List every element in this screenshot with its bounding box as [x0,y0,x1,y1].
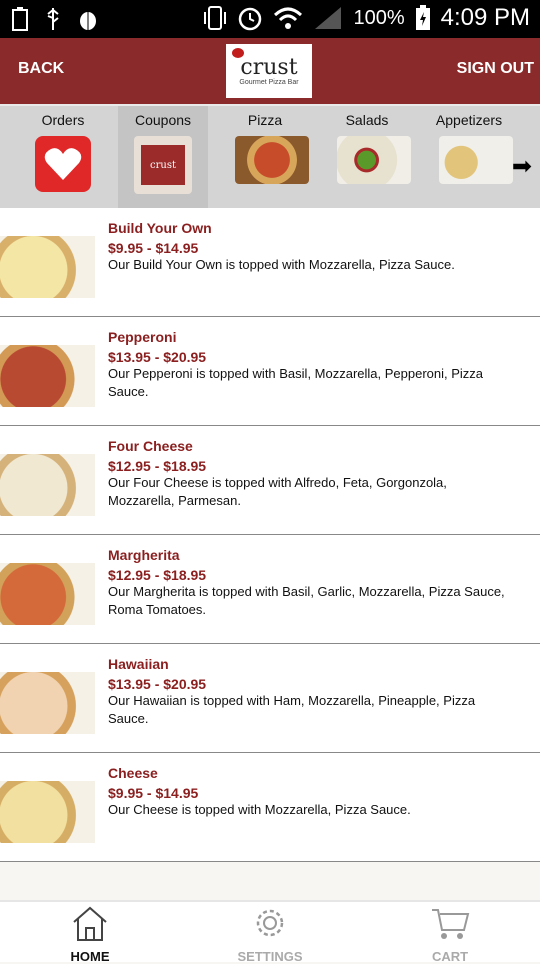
item-price: $9.95 - $14.95 [108,240,199,256]
battery-charging-icon [415,5,430,30]
bottom-nav: HOME SETTINGS CART [0,900,540,964]
item-description: Our Hawaiian is topped with Ham, Mozzare… [108,693,476,726]
nav-settings-label: SETTINGS [237,949,303,964]
item-description: Our Pepperoni is topped with Basil, Mozz… [108,366,484,399]
home-icon [73,906,107,941]
arrow-right-icon[interactable]: ➡ [512,152,532,181]
item-price: $12.95 - $18.95 [108,458,207,474]
menu-item[interactable]: Four Cheese $12.95 - $18.95 Our Four Che… [0,426,540,535]
item-price: $13.95 - $20.95 [108,349,207,365]
coupon-icon: crust [134,136,192,194]
item-description: Our Four Cheese is topped with Alfredo, … [108,475,447,508]
coupon-text: crust [141,145,185,185]
status-icons-right: 100% 4:09 PM [203,4,530,32]
nav-home-label: HOME [70,949,110,964]
category-appetizers[interactable]: Appetizers [424,106,514,210]
category-bar: Orders Coupons crust Pizza Salads Appeti… [0,104,540,210]
sign-out-button[interactable]: SIGN OUT [457,60,534,78]
item-price: $13.95 - $20.95 [108,676,207,692]
item-price: $12.95 - $18.95 [108,567,207,583]
menu-item[interactable]: Cheese $9.95 - $14.95 Our Cheese is topp… [0,753,540,862]
menu-item[interactable]: Margherita $12.95 - $18.95 Our Margherit… [0,535,540,644]
pizza-photo [0,236,95,298]
category-salads[interactable]: Salads [322,106,412,210]
menu-item[interactable]: Build Your Own $9.95 - $14.95 Our Build … [0,208,540,317]
gear-icon [256,909,284,937]
pizza-photo [0,563,95,625]
item-description: Our Margherita is topped with Basil, Gar… [108,584,505,617]
cart-icon [432,909,470,939]
appetizer-photo [439,136,513,184]
app-header: BACK crust Gourmet Pizza Bar SIGN OUT [0,38,540,104]
usb-icon [47,8,59,30]
item-name: Cheese [108,765,158,781]
battery-percent: 100% [353,6,405,29]
salad-photo [337,136,411,184]
signal-icon [315,7,342,29]
crust-logo: crust Gourmet Pizza Bar [226,44,312,98]
item-name: Margherita [108,547,180,563]
nav-settings[interactable]: SETTINGS [180,902,360,964]
category-label: Coupons [134,112,192,128]
item-name: Pepperoni [108,329,177,345]
android-debug-icon [80,12,96,30]
clock: 4:09 PM [440,4,530,31]
heart-icon [35,136,91,192]
menu-item[interactable]: Pepperoni $13.95 - $20.95 Our Pepperoni … [0,317,540,426]
category-pizza[interactable]: Pizza [220,106,310,210]
pizza-photo [235,136,309,184]
pizza-photo [0,345,95,407]
pizza-photo [0,454,95,516]
logo-tagline: Gourmet Pizza Bar [239,78,299,86]
alarm-icon [239,7,262,31]
item-name: Build Your Own [108,220,212,236]
category-label: Appetizers [435,112,503,128]
category-coupons[interactable]: Coupons crust [118,106,208,210]
logo-word: crust [240,54,298,80]
menu-item[interactable]: Hawaiian $13.95 - $20.95 Our Hawaiian is… [0,644,540,753]
pizza-photo [0,781,95,843]
status-bar: 100% 4:09 PM [0,0,540,38]
category-label: Pizza [247,112,283,128]
wifi-icon [274,7,303,29]
item-name: Hawaiian [108,656,169,672]
item-name: Four Cheese [108,438,193,454]
nav-home[interactable]: HOME [0,902,180,964]
category-label: Orders [41,112,85,128]
battery-100-icon [12,7,28,31]
back-button[interactable]: BACK [18,60,64,78]
pizza-photo [0,672,95,734]
category-orders[interactable]: Orders [18,106,108,210]
logo-mark [232,48,244,58]
item-price: $9.95 - $14.95 [108,785,199,801]
item-description: Our Build Your Own is topped with Mozzar… [108,257,455,272]
vibrate-icon [204,6,227,30]
menu-list: Build Your Own $9.95 - $14.95 Our Build … [0,208,540,862]
nav-cart-label: CART [431,949,469,964]
category-label: Salads [345,112,389,128]
status-icons-left [10,6,100,32]
nav-cart[interactable]: CART [360,902,540,964]
item-description: Our Cheese is topped with Mozzarella, Pi… [108,802,411,817]
